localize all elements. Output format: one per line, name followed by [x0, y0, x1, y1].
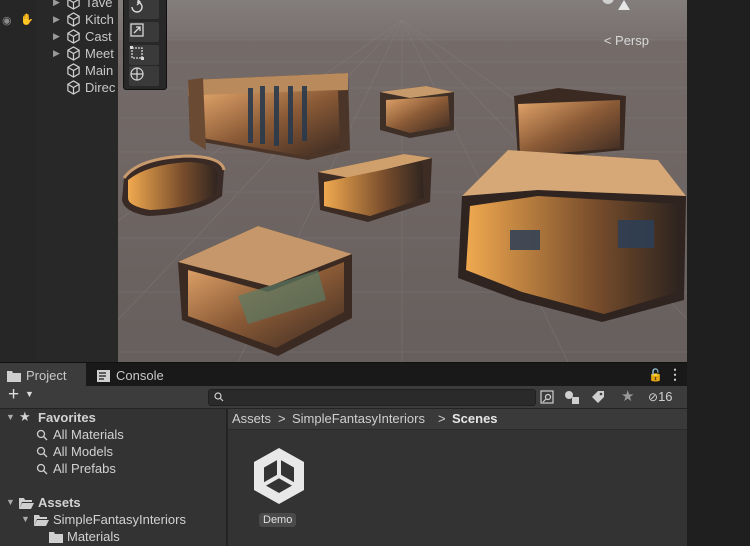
favorites-label: Favorites: [38, 410, 96, 425]
transform-icon: [130, 67, 144, 81]
tab-console[interactable]: Console: [90, 363, 180, 387]
search-icon: [214, 392, 224, 402]
search-window-icon: [540, 390, 554, 404]
pickable-hand-icon[interactable]: ✋: [20, 13, 34, 26]
hierarchy-item[interactable]: ▶ Meet: [0, 45, 118, 63]
hierarchy-panel: ▶ Tave ◉ ✋ ▶ Kitch ▶ Cast ▶ Meet Main Di…: [0, 0, 118, 362]
expand-arrow-icon[interactable]: ▶: [53, 0, 60, 8]
expand-arrow-icon[interactable]: ▶: [53, 48, 60, 59]
star-icon: ★: [621, 388, 635, 405]
folder-label: SimpleFantasyInteriors: [53, 512, 186, 527]
console-icon: [97, 370, 110, 382]
folder-item[interactable]: ▼ SimpleFantasyInteriors: [0, 511, 226, 528]
hierarchy-item-label: Direc: [85, 80, 116, 95]
breadcrumb-item[interactable]: SimpleFantasyInteriors: [292, 411, 425, 426]
asset-name-label: Demo: [259, 513, 297, 527]
favorites-item[interactable]: All Models: [0, 443, 226, 460]
folder-icon: [7, 371, 21, 382]
scale-tool-button[interactable]: [129, 22, 159, 42]
add-asset-button[interactable]: + ▼: [6, 384, 36, 408]
assets-section[interactable]: ▼ Assets: [0, 494, 226, 511]
assets-label: Assets: [38, 495, 81, 510]
project-toolbar: + ▼ ★ ⊘16: [0, 384, 687, 409]
panel-menu-icon[interactable]: ⋮: [668, 366, 682, 383]
project-folder-tree: ▼ ★ Favorites All Materials All Models A…: [0, 409, 226, 546]
expand-arrow-icon[interactable]: ▶: [53, 14, 60, 25]
folder-label: Materials: [67, 529, 120, 544]
gameobject-cube-icon: [67, 80, 80, 95]
chevron-left-icon: <: [603, 33, 612, 48]
search-icon: [36, 463, 48, 475]
hierarchy-item[interactable]: Direc: [0, 79, 118, 97]
favorites-item-label: All Materials: [53, 427, 124, 442]
hierarchy-item-label: Cast: [85, 29, 112, 44]
gameobject-cube-icon: [67, 0, 80, 10]
lock-icon[interactable]: 🔓: [648, 368, 663, 382]
eye-slash-icon: ⊘: [648, 390, 659, 404]
search-by-type-button[interactable]: [538, 388, 558, 406]
rect-icon: [130, 46, 144, 60]
expand-arrow-icon[interactable]: ▶: [53, 31, 60, 42]
hidden-packages-count: 16: [658, 389, 673, 404]
breadcrumb-item-current[interactable]: Scenes: [452, 411, 498, 426]
scale-icon: [130, 23, 144, 37]
tag-icon: [592, 391, 604, 403]
filter-by-type-button[interactable]: [562, 388, 582, 406]
star-icon: ★: [19, 409, 31, 424]
hierarchy-item[interactable]: ▶ Cast: [0, 28, 118, 46]
chevron-down-icon[interactable]: ▼: [6, 412, 15, 422]
hierarchy-item-label: Kitch: [85, 12, 114, 27]
hierarchy-item-label: Tave: [85, 0, 113, 10]
hierarchy-item[interactable]: ◉ ✋ ▶ Kitch: [0, 11, 118, 29]
projection-label: Persp: [615, 33, 649, 48]
bottom-tab-bar: Project Console: [0, 362, 687, 387]
project-content-area[interactable]: Assets > SimpleFantasyInteriors > Scenes…: [228, 409, 687, 546]
right-panel-edge: [687, 0, 750, 546]
breadcrumb-separator-icon: >: [438, 411, 446, 426]
visibility-eye-icon[interactable]: ◉: [2, 14, 16, 27]
folder-item[interactable]: Materials: [0, 528, 226, 545]
hierarchy-item-label: Meet: [85, 46, 114, 61]
favorites-section[interactable]: ▼ ★ Favorites: [0, 409, 226, 426]
filter-by-label-button[interactable]: [588, 388, 608, 406]
chevron-down-icon[interactable]: ▼: [21, 514, 30, 524]
search-input[interactable]: [227, 390, 527, 405]
breadcrumb-separator-icon: >: [278, 411, 286, 426]
folder-open-icon: [34, 515, 49, 526]
breadcrumb-item[interactable]: Assets: [232, 411, 271, 426]
folder-open-icon: [19, 498, 34, 509]
search-field[interactable]: [208, 389, 536, 406]
scene-viewport[interactable]: [118, 0, 687, 362]
gameobject-cube-icon: [67, 29, 80, 44]
unity-scene-icon: [254, 448, 304, 504]
search-icon: [36, 429, 48, 441]
breadcrumb: Assets > SimpleFantasyInteriors > Scenes: [228, 409, 687, 430]
transform-tool-button[interactable]: [129, 66, 159, 86]
favorites-item[interactable]: All Prefabs: [0, 460, 226, 477]
hierarchy-item[interactable]: Main: [0, 62, 118, 80]
plus-icon: +: [8, 384, 20, 405]
projection-toggle[interactable]: < Persp: [604, 33, 649, 48]
favorites-item-label: All Models: [53, 444, 113, 459]
scene-view[interactable]: < Persp: [118, 0, 687, 362]
chevron-down-icon: ▼: [25, 389, 34, 399]
favorites-item-label: All Prefabs: [53, 461, 116, 476]
favorites-toggle-button[interactable]: ★: [618, 388, 638, 406]
interior-small-room-model[interactable]: [380, 86, 454, 138]
gameobject-cube-icon: [67, 63, 80, 78]
shapes-icon: [565, 391, 579, 404]
gameobject-cube-icon: [67, 12, 80, 27]
hierarchy-item-label: Main: [85, 63, 114, 78]
search-icon: [36, 446, 48, 458]
hidden-packages-toggle[interactable]: ⊘16: [648, 389, 673, 404]
rotate-icon: [131, 0, 143, 13]
chevron-down-icon[interactable]: ▼: [6, 497, 15, 507]
folder-icon: [49, 532, 63, 543]
gameobject-cube-icon: [67, 46, 80, 61]
favorites-item[interactable]: All Materials: [0, 426, 226, 443]
rotate-tool-button[interactable]: [129, 0, 159, 19]
scene-tools-overlay: [123, 0, 167, 90]
rect-tool-button[interactable]: [129, 45, 159, 65]
